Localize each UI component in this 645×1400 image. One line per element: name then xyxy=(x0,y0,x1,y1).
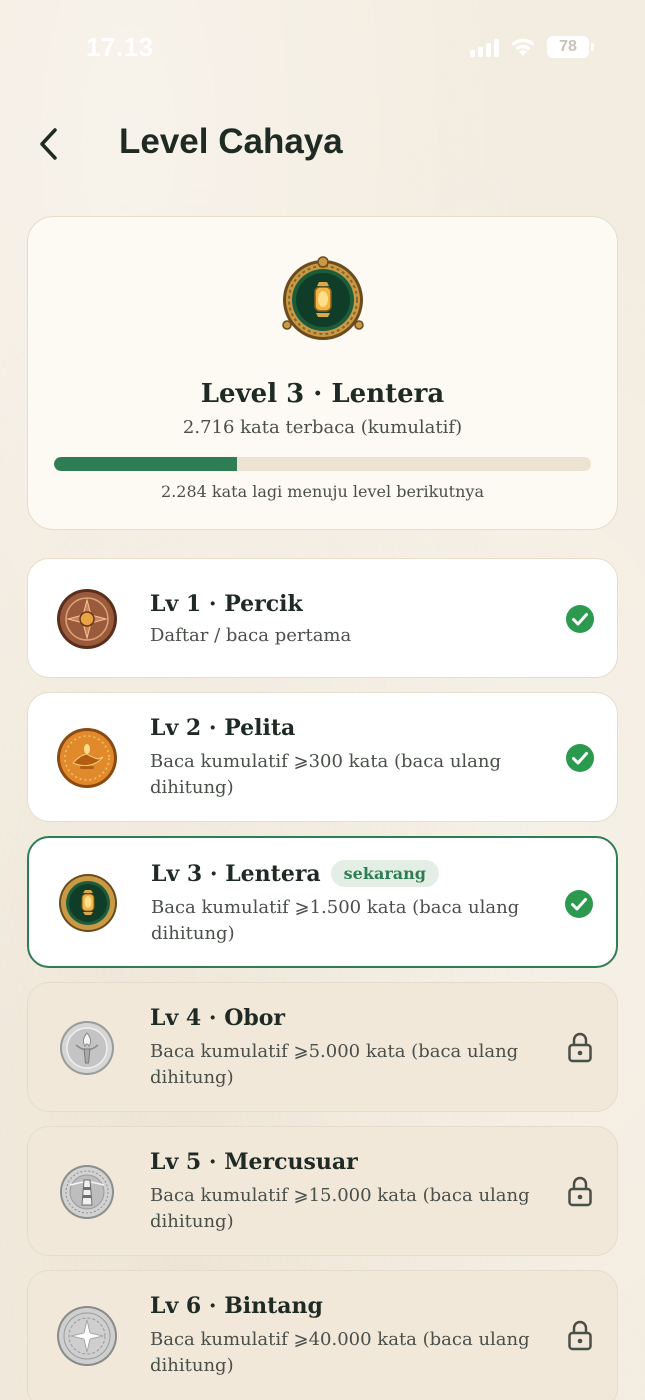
level-card-3[interactable]: Lv 3 · Lentera sekarang Baca kumulatif ⩾… xyxy=(27,836,618,968)
level-card-5[interactable]: Lv 5 · Mercusuar Baca kumulatif ⩾15.000 … xyxy=(27,1126,618,1256)
header: Level Cahaya xyxy=(0,110,645,180)
level-requirement: Baca kumulatif ⩾15.000 kata (baca ulang … xyxy=(150,1185,530,1232)
chevron-left-icon xyxy=(40,128,57,160)
current-level-label: Level 3 · Lentera xyxy=(200,379,445,409)
current-level-summary: Level 3 · Lentera 2.716 kata terbaca (ku… xyxy=(27,216,618,530)
level-requirement: Baca kumulatif ⩾5.000 kata (baca ulang d… xyxy=(150,1041,519,1088)
oil-lamp-medal-icon xyxy=(57,728,117,788)
bronze-medal-icon xyxy=(57,589,117,649)
signal-icon xyxy=(470,37,499,57)
level-card-6[interactable]: Lv 6 · Bintang Baca kumulatif ⩾40.000 ka… xyxy=(27,1270,618,1400)
battery-level: 78 xyxy=(559,38,577,55)
torch-medal-icon xyxy=(60,1021,114,1075)
words-read: 2.716 kata terbaca (kumulatif) xyxy=(182,417,463,438)
lantern-medal-icon xyxy=(59,874,117,932)
level-title: Lv 6 · Bintang xyxy=(150,1293,323,1319)
back-button[interactable] xyxy=(28,124,68,164)
level-card-2[interactable]: Lv 2 · Pelita Baca kumulatif ⩾300 kata (… xyxy=(27,692,618,822)
lock-icon xyxy=(568,1032,592,1063)
status-bar: 17.13 78 xyxy=(0,0,645,96)
level-progress-bar xyxy=(54,457,591,471)
star-medal-icon xyxy=(57,1306,117,1366)
level-requirement: Daftar / baca pertama xyxy=(150,625,352,646)
page-title: Level Cahaya xyxy=(119,122,343,161)
level-card-4[interactable]: Lv 4 · Obor Baca kumulatif ⩾5.000 kata (… xyxy=(27,982,618,1112)
level-title: Lv 2 · Pelita xyxy=(150,715,296,741)
level-requirement: Baca kumulatif ⩾300 kata (baca ulang dih… xyxy=(150,751,502,798)
level-title: Lv 3 · Lentera sekarang xyxy=(151,860,439,887)
check-circle-icon xyxy=(565,890,593,918)
level-title: Lv 5 · Mercusuar xyxy=(150,1149,358,1175)
level-title: Lv 1 · Percik xyxy=(150,591,303,617)
wifi-icon xyxy=(509,36,537,58)
level-progress-fill xyxy=(54,457,237,471)
check-circle-icon xyxy=(566,744,594,772)
status-icons: 78 xyxy=(470,36,594,58)
level-requirement: Baca kumulatif ⩾40.000 kata (baca ulang … xyxy=(150,1329,530,1376)
lock-icon xyxy=(568,1176,592,1207)
check-circle-icon xyxy=(566,605,594,633)
battery-icon: 78 xyxy=(547,36,594,58)
lighthouse-medal-icon xyxy=(60,1165,114,1219)
lock-icon xyxy=(568,1320,592,1351)
level-title: Lv 4 · Obor xyxy=(150,1005,286,1031)
status-time: 17.13 xyxy=(86,32,154,62)
level-requirement: Baca kumulatif ⩾1.500 kata (baca ulang d… xyxy=(151,897,520,944)
lantern-medal-icon xyxy=(282,256,364,340)
level-card-1[interactable]: Lv 1 · Percik Daftar / baca pertama xyxy=(27,558,618,678)
words-remaining: 2.284 kata lagi menuju level berikutnya xyxy=(161,482,484,501)
current-level-badge: sekarang xyxy=(330,860,439,887)
